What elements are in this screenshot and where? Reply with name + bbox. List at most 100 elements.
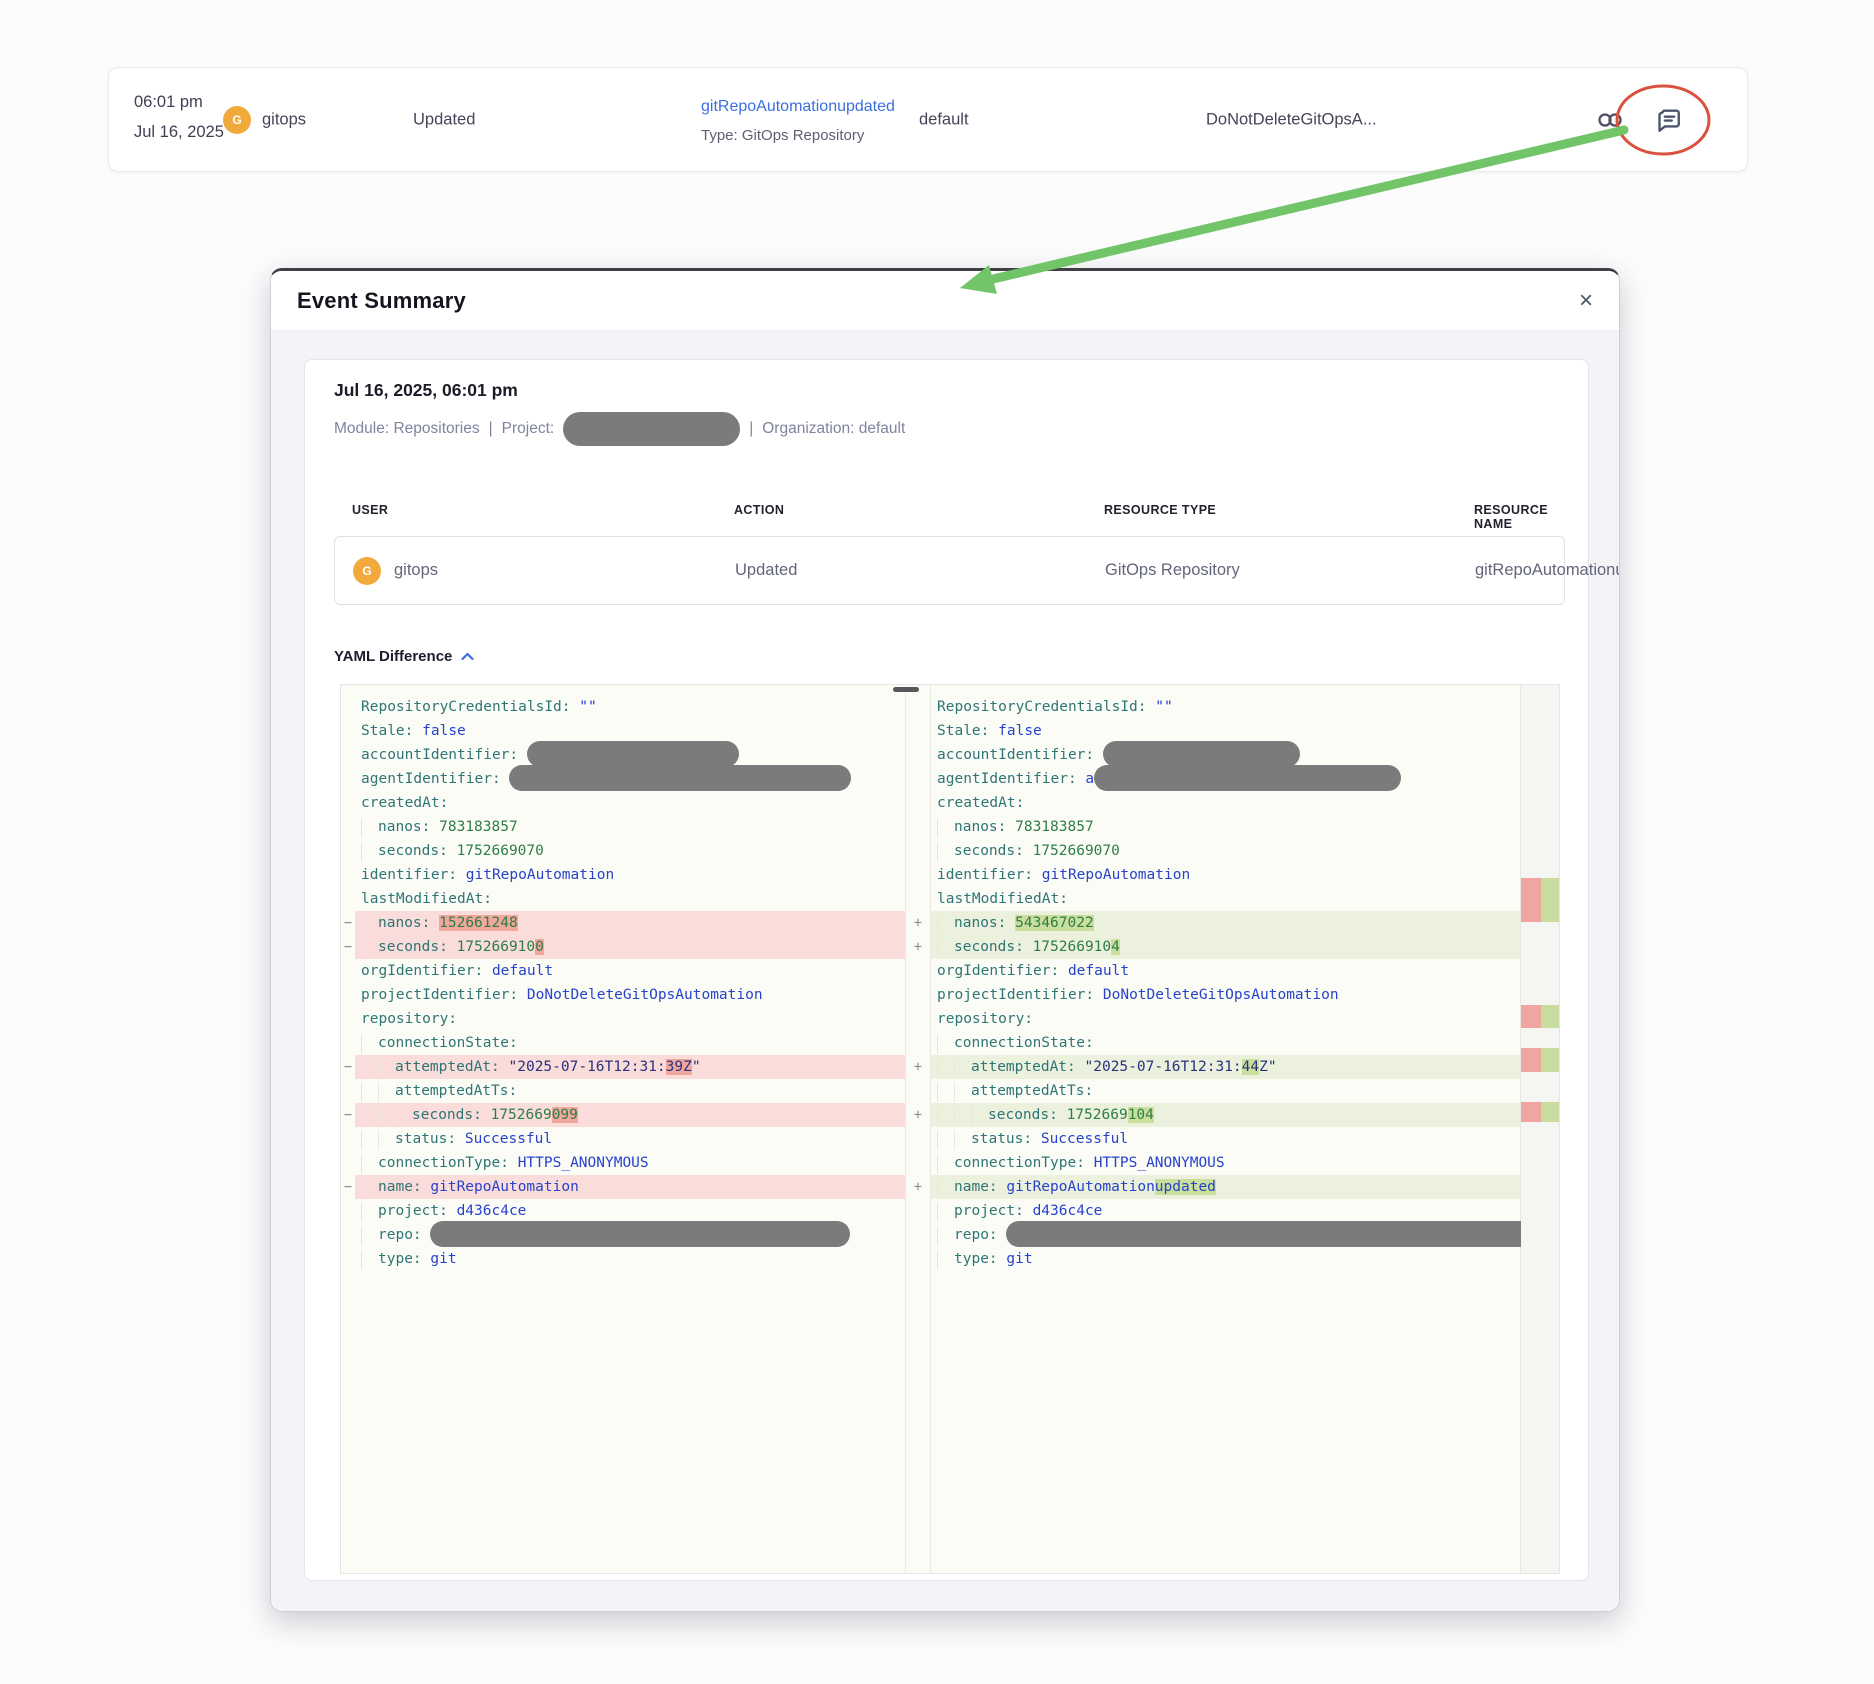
diff-gutter-sign: [906, 791, 930, 815]
diff-gutter-sign: [906, 863, 930, 887]
diff-line: type: git: [931, 1247, 1520, 1271]
diff-line: seconds: 1752669104: [931, 935, 1520, 959]
diff-line: createdAt:: [931, 791, 1520, 815]
modal-title: Event Summary: [297, 288, 466, 314]
diff-gutter-sign: [906, 959, 930, 983]
diff-gutter-sign: [341, 839, 355, 863]
diff-line: projectIdentifier: DoNotDeleteGitOpsAuto…: [931, 983, 1520, 1007]
diff-left-pane: RepositoryCredentialsId: ""Stale: falsea…: [355, 685, 905, 1573]
log-date: Jul 16, 2025: [134, 117, 224, 147]
diff-gutter-sign: +: [906, 1103, 930, 1127]
diff-line: repository:: [355, 1007, 905, 1031]
diff-gutter-sign: −: [341, 1103, 355, 1127]
column-header-action: ACTION: [734, 503, 1104, 531]
diff-gutter-sign: [906, 815, 930, 839]
event-table-header: USER ACTION RESOURCE TYPE RESOURCE NAME: [352, 503, 1567, 531]
diff-gutter-sign: [341, 1151, 355, 1175]
diff-line: attemptedAtTs:: [355, 1079, 905, 1103]
diff-gutter-sign: [341, 791, 355, 815]
diff-gutter-sign: +: [906, 1055, 930, 1079]
diff-gutter-sign: [906, 1079, 930, 1103]
diff-line: seconds: 1752669070: [355, 839, 905, 863]
event-summary-modal: Event Summary × Jul 16, 2025, 06:01 pm M…: [270, 268, 1620, 1612]
diff-gutter-sign: −: [341, 911, 355, 935]
diff-line: createdAt:: [355, 791, 905, 815]
cell-user: G gitops: [353, 557, 735, 585]
diff-gutter-sign: [906, 839, 930, 863]
redaction-pill: [1094, 765, 1401, 791]
diff-line: project: d436c4ce: [355, 1199, 905, 1223]
redaction-pill: [1103, 741, 1300, 767]
user-name: gitops: [394, 561, 438, 580]
diff-line: seconds: 1752669104: [931, 1103, 1520, 1127]
event-meta: Module: Repositories | Project: | Organi…: [334, 410, 905, 448]
cell-resource-name: gitRepoAutomationupdated: [1475, 561, 1620, 580]
diff-line: orgIdentifier: default: [931, 959, 1520, 983]
meta-divider: |: [489, 420, 493, 438]
diff-line: status: Successful: [931, 1127, 1520, 1151]
event-table-row: G gitops Updated GitOps Repository gitRe…: [334, 536, 1565, 605]
diff-line: agentIdentifier: a: [931, 767, 1520, 791]
log-action: Updated: [413, 110, 475, 129]
diff-line: nanos: 783183857: [931, 815, 1520, 839]
diff-gutter-sign: [906, 695, 930, 719]
note-icon: [1654, 105, 1684, 135]
diff-gutter-sign: [341, 1223, 355, 1247]
minimap-change-marker: [1541, 878, 1559, 922]
diff-gutter-sign: [341, 863, 355, 887]
diff-gutter-sign: [906, 1151, 930, 1175]
yaml-difference-label: YAML Difference: [334, 648, 452, 665]
diff-gutter-sign: [906, 743, 930, 767]
diff-line: lastModifiedAt:: [931, 887, 1520, 911]
yaml-difference-toggle[interactable]: YAML Difference: [334, 648, 474, 665]
redaction-pill: [563, 412, 740, 446]
resource-type-label: Type: GitOps Repository: [701, 121, 895, 150]
close-icon[interactable]: ×: [1579, 289, 1593, 313]
diff-minimap: [1521, 685, 1559, 1573]
diff-line: connectionType: HTTPS_ANONYMOUS: [355, 1151, 905, 1175]
scrollbar-thumb[interactable]: [893, 687, 919, 692]
copy-link-button[interactable]: [1590, 100, 1630, 140]
redaction-pill: [509, 765, 851, 791]
diff-line: projectIdentifier: DoNotDeleteGitOpsAuto…: [355, 983, 905, 1007]
audit-log-row: 06:01 pm Jul 16, 2025 G gitops Updated g…: [108, 67, 1748, 172]
diff-line: agentIdentifier:: [355, 767, 905, 791]
diff-divider-gutter: +++++: [905, 685, 931, 1573]
modal-body: Jul 16, 2025, 06:01 pm Module: Repositor…: [271, 331, 1619, 1612]
diff-gutter-sign: +: [906, 911, 930, 935]
meta-divider: |: [749, 420, 753, 438]
diff-gutter-sign: [341, 743, 355, 767]
diff-gutter-sign: +: [906, 935, 930, 959]
diff-line: type: git: [355, 1247, 905, 1271]
column-header-user: USER: [352, 503, 734, 531]
diff-gutter-sign: [906, 887, 930, 911]
diff-line: attemptedAt: "2025-07-16T12:31:44Z": [931, 1055, 1520, 1079]
modal-header: Event Summary ×: [271, 271, 1619, 331]
diff-gutter-sign: [906, 983, 930, 1007]
diff-gutter-sign: [341, 1199, 355, 1223]
diff-line: lastModifiedAt:: [355, 887, 905, 911]
cell-action: Updated: [735, 561, 1105, 580]
diff-line: repo:: [355, 1223, 905, 1247]
diff-line: orgIdentifier: default: [355, 959, 905, 983]
log-time: 06:01 pm: [134, 87, 224, 117]
diff-line: name: gitRepoAutomationupdated: [931, 1175, 1520, 1199]
log-user: gitops: [262, 110, 306, 129]
event-timestamp: Jul 16, 2025, 06:01 pm: [334, 380, 518, 401]
minimap-change-marker: [1541, 1102, 1559, 1122]
diff-line: connectionType: HTTPS_ANONYMOUS: [931, 1151, 1520, 1175]
diff-right-pane: RepositoryCredentialsId: ""Stale: falsea…: [931, 685, 1521, 1573]
resource-link[interactable]: gitRepoAutomationupdated: [701, 92, 895, 121]
event-summary-button[interactable]: [1649, 100, 1689, 140]
diff-gutter-sign: [906, 1127, 930, 1151]
diff-line: Stale: false: [355, 719, 905, 743]
diff-gutter-sign: −: [341, 1055, 355, 1079]
diff-line: nanos: 783183857: [355, 815, 905, 839]
diff-line: repo:: [931, 1223, 1520, 1247]
avatar: G: [353, 557, 381, 585]
log-organization: default: [919, 110, 969, 129]
minimap-change-marker: [1541, 1048, 1559, 1072]
diff-gutter-sign: [341, 719, 355, 743]
diff-line: nanos: 543467022: [931, 911, 1520, 935]
diff-gutter-sign: [341, 695, 355, 719]
